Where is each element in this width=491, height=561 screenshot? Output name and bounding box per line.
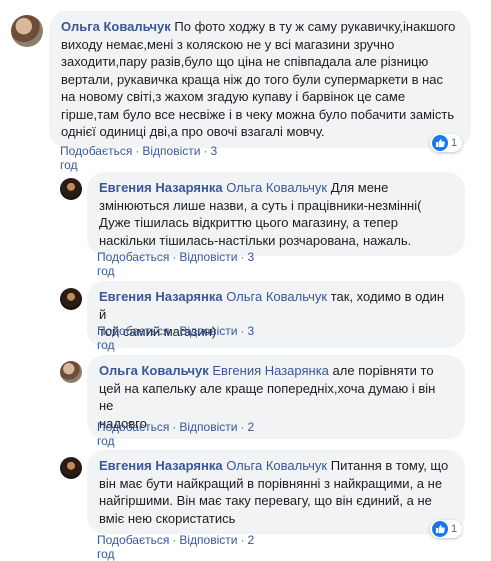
separator-dot: · [203, 144, 208, 158]
comment-text-line: По фото ходжу в ту ж саму рукавичку,інак… [174, 19, 456, 34]
comment-bubble: Ольга Ковальчук По фото ходжу в ту ж сам… [49, 11, 471, 148]
comment-text-line: вміє нею скористатись [99, 510, 236, 526]
separator-dot: · [240, 533, 245, 547]
mention-link[interactable]: Ольга Ковальчук [226, 289, 327, 304]
reply-link[interactable]: Відповісти [179, 420, 237, 434]
comment-text-line: гірше,там було все несвіже і в чеку можн… [61, 106, 455, 122]
reaction-badge[interactable]: 1 [430, 134, 463, 152]
separator-dot: · [135, 144, 140, 158]
comment-text-line: Питання в тому, що [330, 458, 449, 473]
comment-text-line: вертали, рукавичка краща ніж до того бул… [61, 71, 444, 87]
comment-text-line: виходу немає,мені з коляскою не у всі ма… [61, 36, 395, 52]
like-link[interactable]: Подобається [97, 324, 169, 338]
avatar[interactable] [60, 178, 82, 200]
comment-text-line: Для мене [330, 180, 389, 195]
reaction-count: 1 [451, 137, 458, 149]
comment-bubble: Евгения Назарянка Ольга Ковальчук Питанн… [87, 450, 465, 534]
reaction-badge[interactable]: 1 [430, 520, 463, 538]
comment-text-line: однієї одиниці дві,а про овочі взагалі м… [61, 124, 325, 139]
thumbs-up-icon [432, 135, 448, 151]
separator-dot: · [172, 324, 177, 338]
comment-author[interactable]: Евгения Назарянка [99, 289, 223, 304]
comment-actions: Подобається · Відповісти · 3 год [60, 144, 217, 172]
avatar[interactable] [11, 15, 43, 47]
comment-text-line: найгіршими. Він має таку перевагу, що ві… [99, 493, 432, 508]
comment-text-line: заходити,пару разів,було що ціна не спів… [61, 54, 429, 69]
thumbs-up-icon [432, 521, 448, 537]
separator-dot: · [240, 324, 245, 338]
avatar[interactable] [60, 361, 82, 383]
mention-link[interactable]: Ольга Ковальчук [226, 180, 327, 195]
comment-text-line: Дуже тішилась відкриттю цього магазину, … [99, 215, 398, 230]
comment-text-line: але порівняти то [332, 363, 434, 378]
reaction-count: 1 [451, 523, 458, 535]
comment-text-line: на новому світі,з жахом згадую купаву і … [61, 89, 406, 104]
separator-dot: · [240, 420, 245, 434]
comment-text-line: він має бути найкращий в порівнянні з на… [99, 475, 443, 491]
comment-author[interactable]: Ольга Ковальчук [99, 363, 209, 378]
reply-link[interactable]: Відповісти [142, 144, 200, 158]
comment-actions: Подобається · Відповісти · 3 год [97, 250, 254, 278]
comment-bubble: Евгения Назарянка Ольга Ковальчук Для ме… [87, 172, 465, 256]
like-link[interactable]: Подобається [60, 144, 132, 158]
comment-author[interactable]: Евгения Назарянка [99, 180, 223, 195]
separator-dot: · [172, 250, 177, 264]
reply-link[interactable]: Відповісти [179, 250, 237, 264]
reply-link[interactable]: Відповісти [179, 324, 237, 338]
comment-text-line: цей на капельку але краще попередніх,хоч… [99, 380, 436, 414]
comment-actions: Подобається · Відповісти · 2 год [97, 420, 254, 448]
mention-link[interactable]: Ольга Ковальчук [226, 458, 327, 473]
comment-actions: Подобається · Відповісти · 3 год [97, 324, 254, 352]
comment-author[interactable]: Ольга Ковальчук [61, 19, 171, 34]
like-link[interactable]: Подобається [97, 533, 169, 547]
separator-dot: · [240, 250, 245, 264]
avatar[interactable] [60, 288, 82, 310]
separator-dot: · [172, 420, 177, 434]
like-link[interactable]: Подобається [97, 420, 169, 434]
comment-text-line: змінюються лише назви, а суть і працівни… [99, 197, 422, 213]
comment-actions: Подобається · Відповісти · 2 год [97, 533, 254, 561]
reply-link[interactable]: Відповісти [179, 533, 237, 547]
avatar[interactable] [60, 457, 82, 479]
mention-link[interactable]: Евгения Назарянка [212, 363, 329, 378]
comment-author[interactable]: Евгения Назарянка [99, 458, 223, 473]
comment-text-line: наскільки тішилась-настільки розчарована… [99, 232, 412, 248]
like-link[interactable]: Подобається [97, 250, 169, 264]
separator-dot: · [172, 533, 177, 547]
